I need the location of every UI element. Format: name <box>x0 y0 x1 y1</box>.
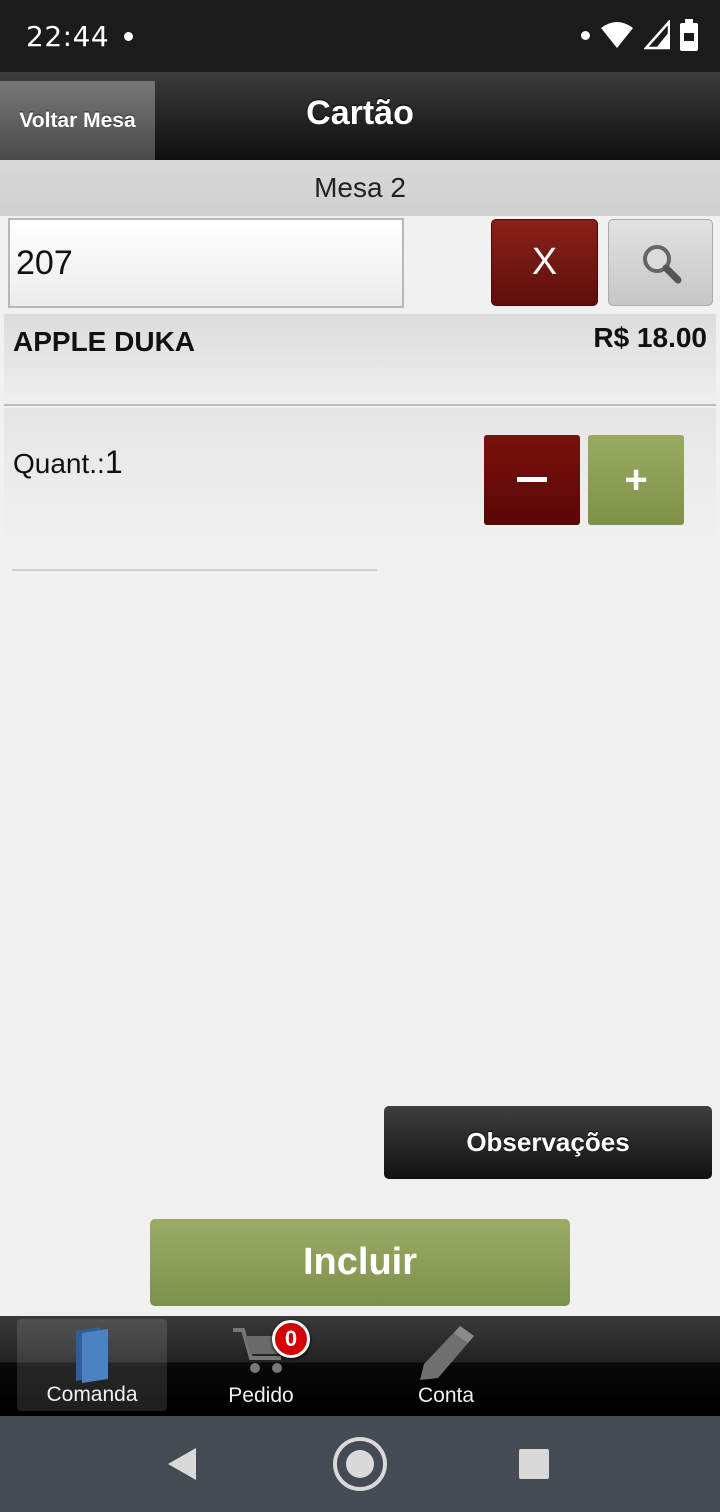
top-bar: Voltar Mesa Cartão <box>0 72 720 160</box>
quantity-value: 1 <box>104 444 123 480</box>
magnifier-icon <box>642 244 681 283</box>
back-triangle-icon[interactable] <box>166 1446 198 1482</box>
divider <box>12 569 377 571</box>
tab-comanda[interactable]: Comanda <box>17 1319 167 1411</box>
search-button[interactable] <box>608 219 713 306</box>
observations-button[interactable]: Observações <box>384 1106 712 1179</box>
cart-count-badge: 0 <box>272 1320 310 1358</box>
wifi-icon <box>601 22 633 48</box>
status-time: 22:44 <box>26 20 110 53</box>
tab-pedido-label: Pedido <box>228 1384 294 1407</box>
clear-button[interactable]: X <box>491 219 598 306</box>
product-price: R$ 18.00 <box>593 322 707 353</box>
include-button[interactable]: Incluir <box>150 1219 570 1306</box>
status-icons <box>581 18 698 52</box>
tab-conta-label: Conta <box>417 1384 475 1407</box>
dot-icon <box>581 30 590 40</box>
notification-dot-icon <box>124 32 133 41</box>
tab-conta[interactable]: Conta <box>371 1316 521 1416</box>
increase-quantity-button[interactable]: + <box>588 435 684 525</box>
page-title: Cartão <box>306 94 414 132</box>
battery-icon <box>680 19 698 51</box>
product-code-input[interactable] <box>8 218 404 308</box>
quantity-row: Quant.:1 + <box>4 408 716 548</box>
signal-icon <box>644 20 670 50</box>
minus-icon <box>517 477 547 482</box>
tab-bar: Comanda Pedido Conta <box>0 1316 720 1416</box>
recents-square-icon[interactable] <box>518 1448 550 1480</box>
quantity-label: Quant.:1 <box>13 444 123 481</box>
product-row: APPLE DUKA R$ 18.00 <box>4 314 716 406</box>
tab-comanda-label: Comanda <box>46 1383 138 1406</box>
pencil-icon <box>420 1326 474 1380</box>
home-circle-icon[interactable] <box>331 1435 389 1493</box>
folder-icon <box>76 1327 108 1383</box>
product-name: APPLE DUKA <box>13 326 196 357</box>
system-nav-bar <box>0 1416 720 1512</box>
status-bar: 22:44 <box>0 0 720 72</box>
quantity-label-text: Quant.: <box>13 448 105 479</box>
table-label: Mesa 2 <box>0 160 720 216</box>
tab-pedido[interactable]: Pedido <box>186 1316 336 1416</box>
decrease-quantity-button[interactable] <box>484 435 580 525</box>
